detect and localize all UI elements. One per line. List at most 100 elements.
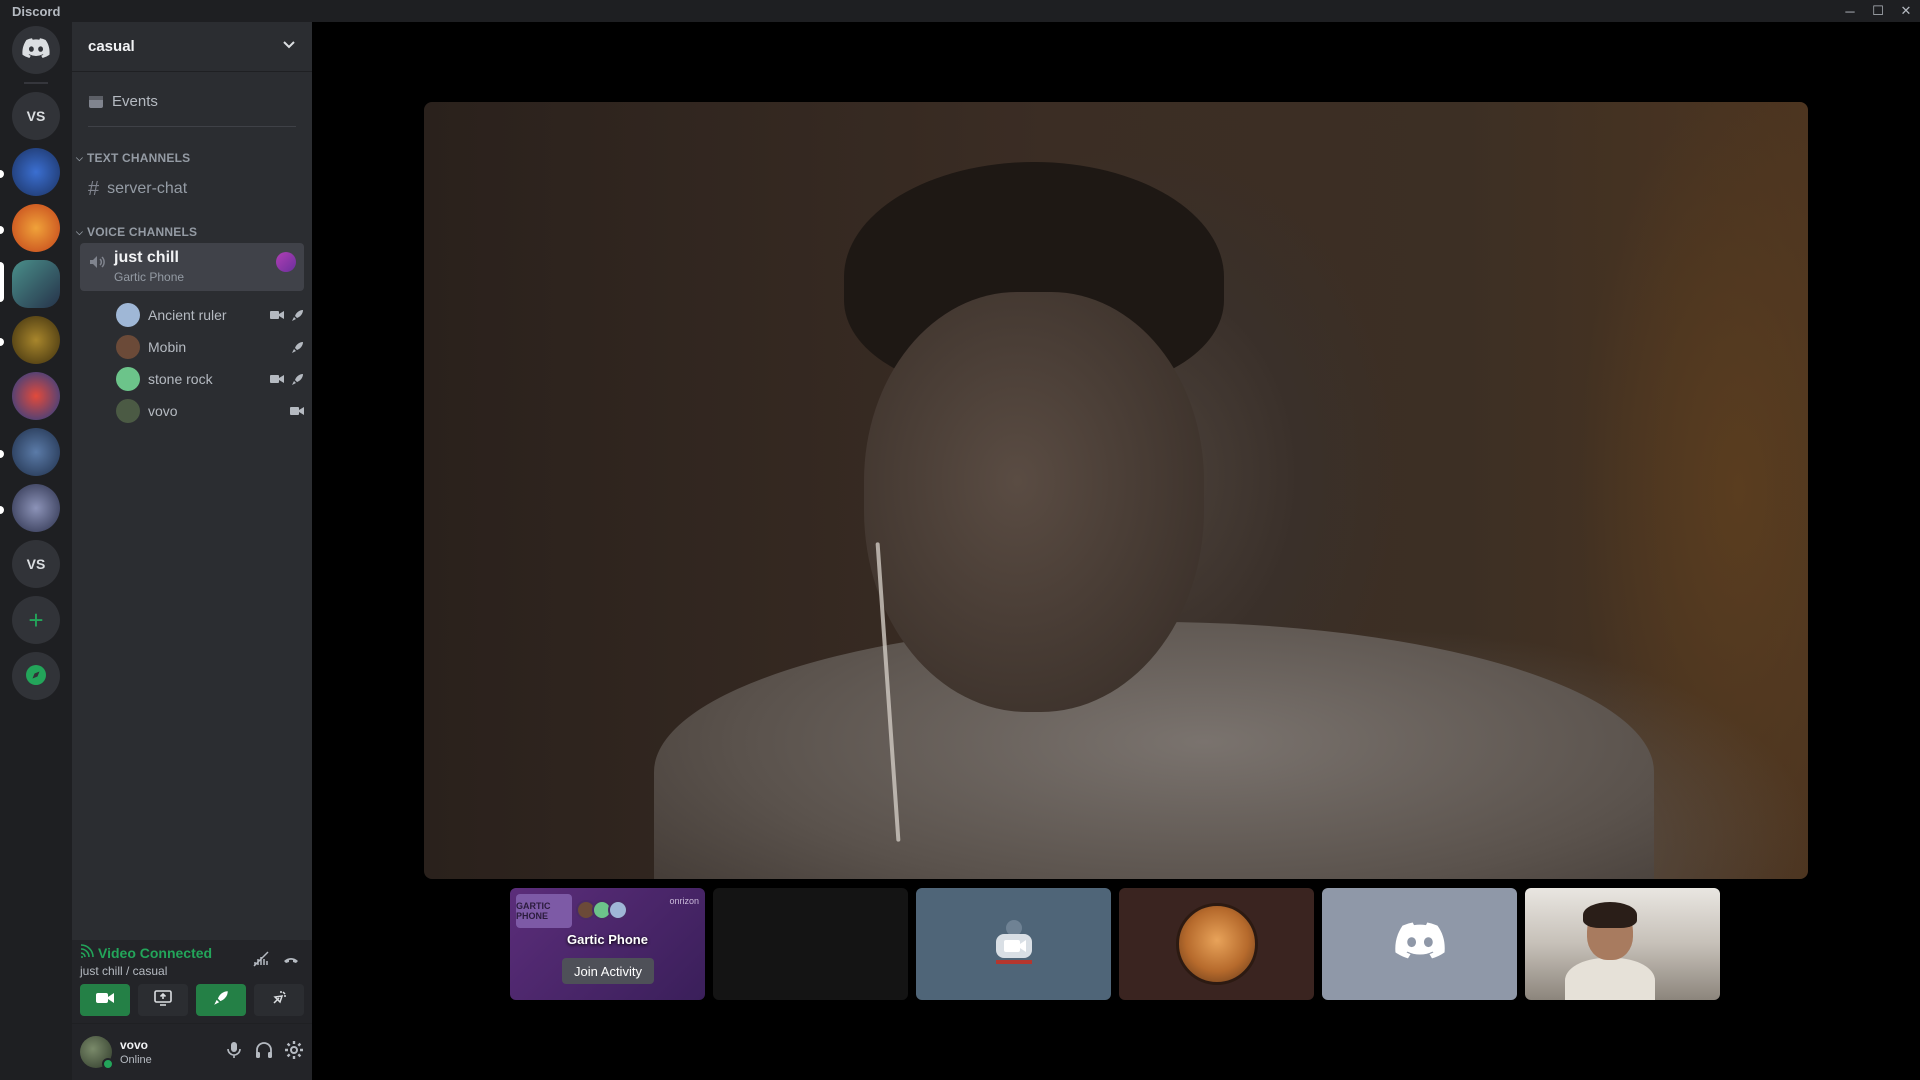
- gear-icon[interactable]: [284, 1040, 304, 1065]
- title-bar: Discord ─ ☐ ✕: [0, 0, 1920, 22]
- voice-member[interactable]: Ancient ruler: [116, 301, 304, 329]
- server-icon-vs[interactable]: VS: [12, 92, 60, 140]
- member-name: Ancient ruler: [148, 307, 227, 323]
- channel-server-chat[interactable]: # server-chat: [80, 172, 304, 206]
- events-label: Events: [112, 92, 158, 110]
- server-icon-burger[interactable]: [12, 204, 60, 252]
- rocket-icon: [290, 372, 304, 386]
- add-server-button[interactable]: +: [12, 596, 60, 644]
- participant-video-tile[interactable]: [1525, 888, 1720, 1000]
- server-icon-vs-2[interactable]: VS: [12, 540, 60, 588]
- category-voice-channels[interactable]: ⌵ VOICE CHANNELS: [76, 225, 197, 239]
- unread-indicator: [0, 338, 4, 346]
- voice-connection-panel: Video Connected just chill / casual: [72, 940, 312, 1024]
- rail-separator: [24, 82, 48, 84]
- discord-logo-icon: [1394, 922, 1446, 967]
- channel-name: server-chat: [107, 180, 188, 197]
- channel-sidebar: casual Events ⌵ TEXT CHANNELS # server-c…: [72, 22, 312, 1080]
- activity-name: Gartic Phone: [567, 932, 648, 947]
- participant-tiles: GARTIC PHONE onrizon Gartic Phone Join A…: [510, 888, 1720, 1000]
- video-camera-icon: [270, 372, 284, 386]
- microphone-icon[interactable]: [224, 1040, 244, 1065]
- rocket-icon: [290, 340, 304, 354]
- server-rail: VS VS +: [0, 22, 72, 1080]
- chevron-down-icon: [282, 37, 296, 56]
- video-person-face: [864, 292, 1204, 712]
- voice-panel-actions: [252, 950, 300, 973]
- gartic-phone-logo: GARTIC PHONE: [516, 894, 572, 928]
- participant-avatar-tile[interactable]: [1322, 888, 1517, 1000]
- server-icon-blue[interactable]: [12, 428, 60, 476]
- voice-location[interactable]: just chill / casual: [80, 964, 167, 978]
- unread-indicator: [0, 450, 4, 458]
- soundboard-button[interactable]: [254, 984, 304, 1016]
- headphones-icon[interactable]: [254, 1040, 274, 1065]
- rocket-icon: [290, 308, 304, 322]
- video-stage: GARTIC PHONE onrizon Gartic Phone Join A…: [312, 22, 1920, 1080]
- avatar: [116, 399, 140, 423]
- online-status-dot: [102, 1058, 114, 1070]
- video-camera-icon: [270, 308, 284, 322]
- calendar-icon: [88, 93, 104, 109]
- member-name: stone rock: [148, 371, 213, 387]
- video-person-hair: [1583, 902, 1637, 928]
- sidebar-divider: [88, 126, 296, 127]
- server-icon-mario[interactable]: [12, 372, 60, 420]
- voice-status[interactable]: Video Connected: [80, 944, 212, 961]
- server-icon-gold[interactable]: [12, 316, 60, 364]
- close-button[interactable]: ✕: [1892, 0, 1920, 22]
- speaker-icon: [88, 253, 106, 276]
- server-icon-casual[interactable]: [12, 260, 60, 308]
- explore-button[interactable]: [12, 652, 60, 700]
- guild-header[interactable]: casual: [72, 22, 312, 72]
- server-icon-strike[interactable]: [12, 148, 60, 196]
- video-camera-icon: [290, 404, 304, 418]
- participant-video-tile[interactable]: [713, 888, 908, 1000]
- username[interactable]: vovo: [120, 1038, 148, 1052]
- disconnect-icon[interactable]: [282, 950, 300, 973]
- home-button[interactable]: [12, 26, 60, 74]
- participant-avatar-tile[interactable]: [916, 888, 1111, 1000]
- join-activity-button[interactable]: Join Activity: [562, 958, 654, 984]
- focused-video-feed[interactable]: [424, 102, 1808, 879]
- unread-indicator: [0, 506, 4, 514]
- voice-member[interactable]: stone rock: [116, 365, 304, 393]
- video-camera-icon: [96, 991, 114, 1009]
- voice-member[interactable]: Mobin: [116, 333, 304, 361]
- activity-participants: [576, 900, 628, 920]
- activity-button[interactable]: [196, 984, 246, 1016]
- category-label: VOICE CHANNELS: [87, 225, 198, 239]
- video-person-shirt: [654, 622, 1654, 879]
- compass-icon: [25, 664, 47, 689]
- unread-indicator: [0, 226, 4, 234]
- video-person: [1565, 902, 1655, 1000]
- activity-brand: onrizon: [669, 896, 699, 906]
- unread-indicator: [0, 170, 4, 178]
- chevron-down-icon: ⌵: [76, 152, 84, 163]
- voice-member[interactable]: vovo: [116, 397, 304, 425]
- category-text-channels[interactable]: ⌵ TEXT CHANNELS: [76, 151, 190, 165]
- avatar: [116, 303, 140, 327]
- activity-icon[interactable]: [276, 252, 296, 272]
- video-person-body: [1565, 958, 1655, 1000]
- maximize-button[interactable]: ☐: [1864, 0, 1892, 22]
- window-controls: ─ ☐ ✕: [1836, 0, 1920, 22]
- minimize-button[interactable]: ─: [1836, 0, 1864, 22]
- chevron-down-icon: ⌵: [76, 226, 84, 237]
- member-name: vovo: [148, 403, 178, 419]
- hash-icon: #: [88, 177, 100, 200]
- camera-button[interactable]: [80, 984, 130, 1016]
- server-icon-anime[interactable]: [12, 484, 60, 532]
- user-status: Online: [120, 1054, 152, 1066]
- activity-tile[interactable]: GARTIC PHONE onrizon Gartic Phone Join A…: [510, 888, 705, 1000]
- events-item[interactable]: Events: [80, 84, 304, 118]
- avatar: [608, 900, 628, 920]
- noise-suppression-icon[interactable]: [252, 950, 270, 973]
- share-screen-button[interactable]: [138, 984, 188, 1016]
- rocket-icon: [213, 990, 229, 1011]
- voice-channel-just-chill[interactable]: just chill Gartic Phone: [80, 243, 304, 291]
- participant-avatar-tile[interactable]: [1119, 888, 1314, 1000]
- voice-status-label: Video Connected: [98, 944, 213, 961]
- avatar: [116, 335, 140, 359]
- selected-indicator: [0, 262, 4, 302]
